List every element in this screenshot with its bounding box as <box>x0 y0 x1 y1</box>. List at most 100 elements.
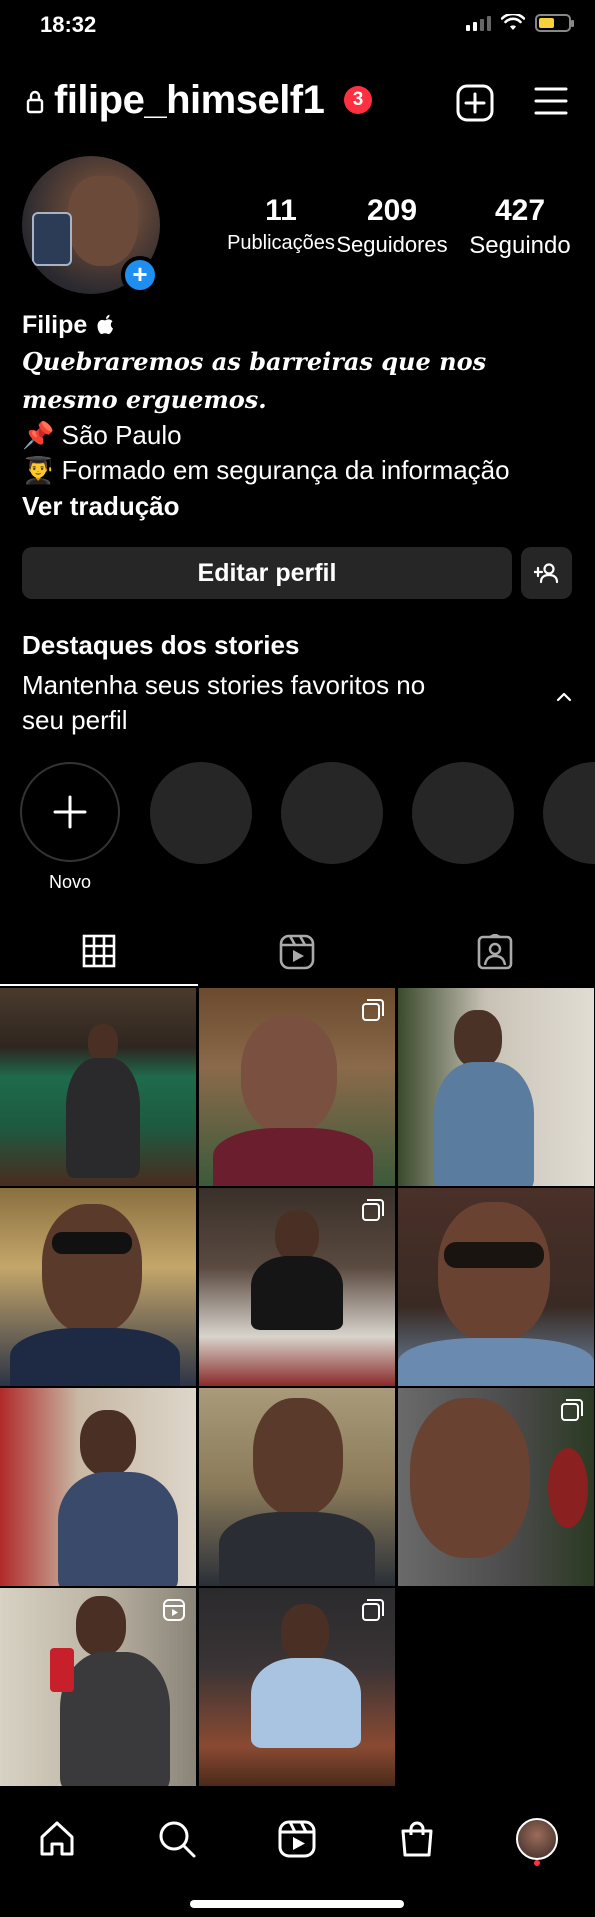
photo-figure <box>213 1128 373 1186</box>
add-story-button[interactable]: + <box>121 256 159 294</box>
bio-quote-line-2: mesmo erguemos. <box>22 385 267 414</box>
nav-shop[interactable] <box>392 1814 442 1864</box>
photo-figure <box>251 1256 343 1330</box>
photo-figure <box>251 1658 361 1748</box>
photo-figure <box>10 1328 180 1386</box>
photo-figure <box>58 1472 178 1586</box>
bio-quote-line-1: Quebraremos as barreiras que nos <box>22 347 487 376</box>
wifi-icon <box>501 14 525 30</box>
notification-dot <box>534 1860 540 1866</box>
photo-figure <box>253 1398 343 1516</box>
photo-figure <box>454 1010 502 1068</box>
post-thumbnail[interactable] <box>0 1188 196 1386</box>
photo-figure <box>548 1448 588 1528</box>
bio-name-row: Filipe <box>22 308 582 342</box>
tab-tagged[interactable] <box>396 918 594 986</box>
highlight-placeholder <box>543 762 595 864</box>
profile-avatar <box>516 1818 558 1860</box>
account-switcher[interactable]: filipe_himself1 <box>54 78 325 123</box>
menu-icon[interactable] <box>534 86 568 116</box>
new-highlight-label: Novo <box>48 872 92 892</box>
reel-icon <box>162 1598 186 1627</box>
post-thumbnail[interactable] <box>199 1588 395 1786</box>
new-highlight-button[interactable] <box>20 762 120 862</box>
photo-figure <box>219 1512 375 1586</box>
photo-figure <box>281 1604 329 1662</box>
photo-figure <box>52 1232 132 1254</box>
post-thumbnail[interactable] <box>0 988 196 1186</box>
shop-icon <box>401 1821 433 1857</box>
photo-figure <box>80 1410 136 1476</box>
post-thumbnail[interactable] <box>0 1588 196 1786</box>
followers-label: Seguidores <box>336 232 448 257</box>
photo-figure <box>50 1648 74 1692</box>
bio-location: 📌 São Paulo <box>22 420 182 450</box>
carousel-icon <box>361 1198 385 1227</box>
stat-following[interactable]: 427 Seguindo <box>460 194 580 260</box>
photo-figure <box>60 1652 170 1786</box>
post-thumbnail[interactable] <box>398 1188 594 1386</box>
photo-figure <box>66 1058 140 1178</box>
lock-icon <box>26 90 44 114</box>
following-count: 427 <box>494 194 546 227</box>
notification-badge[interactable]: 3 <box>344 86 372 114</box>
status-time: 18:32 <box>40 12 97 37</box>
post-thumbnail[interactable] <box>398 988 594 1186</box>
carousel-icon <box>560 1398 584 1427</box>
nav-search[interactable] <box>152 1814 202 1864</box>
followers-count: 209 <box>366 194 418 227</box>
edit-profile-button[interactable]: Editar perfil <box>22 547 512 599</box>
highlights-row: Novo <box>0 762 595 902</box>
reels-icon <box>279 934 315 970</box>
photo-figure <box>42 1204 142 1334</box>
photo-figure <box>444 1242 544 1268</box>
post-thumbnail[interactable] <box>199 988 395 1186</box>
home-icon <box>40 1821 74 1856</box>
photo-figure <box>438 1202 550 1342</box>
signal-icon <box>466 15 491 31</box>
photo-figure <box>241 1016 337 1134</box>
photo-figure <box>410 1398 530 1558</box>
nav-profile[interactable] <box>512 1814 562 1864</box>
post-thumbnail[interactable] <box>199 1388 395 1586</box>
reels-icon <box>278 1820 316 1858</box>
see-translation-link[interactable]: Ver tradução <box>22 488 582 524</box>
avatar-phone <box>32 212 72 266</box>
bio-name: Filipe <box>22 310 88 339</box>
bottom-nav <box>0 1794 595 1917</box>
photo-figure <box>398 1338 594 1386</box>
apple-icon <box>97 314 114 335</box>
tab-posts-grid[interactable] <box>0 918 198 986</box>
grid-icon <box>82 934 116 968</box>
add-person-icon <box>533 563 558 584</box>
discover-people-button[interactable] <box>521 547 572 599</box>
search-icon <box>159 1821 196 1858</box>
highlight-placeholder <box>412 762 514 864</box>
chevron-up-icon[interactable] <box>553 690 575 704</box>
avatar-face <box>68 176 138 266</box>
home-indicator[interactable] <box>190 1900 404 1908</box>
bio: Filipe Quebraremos as barreiras que nos … <box>22 308 582 524</box>
photo-figure <box>88 1024 118 1062</box>
post-thumbnail[interactable] <box>199 1188 395 1386</box>
carousel-icon <box>361 998 385 1027</box>
battery-icon <box>535 14 574 32</box>
nav-home[interactable] <box>32 1814 82 1864</box>
following-label: Seguindo <box>469 232 571 259</box>
tagged-icon <box>477 934 513 970</box>
photo-figure <box>76 1596 126 1656</box>
nav-reels[interactable] <box>272 1814 322 1864</box>
carousel-icon <box>361 1598 385 1627</box>
photo-figure <box>434 1062 534 1186</box>
tab-reels[interactable] <box>198 918 396 986</box>
new-post-icon[interactable] <box>456 84 494 122</box>
post-thumbnail[interactable] <box>398 1388 594 1586</box>
post-thumbnail[interactable] <box>0 1388 196 1586</box>
highlights-title: Destaques dos stories <box>22 630 300 660</box>
stat-followers[interactable]: 209 Seguidores <box>334 194 450 258</box>
profile-tabs <box>0 918 595 986</box>
photo-figure <box>275 1210 319 1262</box>
highlights-subtitle: Mantenha seus stories favoritos no seu p… <box>22 670 426 735</box>
plus-icon <box>53 795 87 829</box>
status-icons <box>466 14 574 32</box>
